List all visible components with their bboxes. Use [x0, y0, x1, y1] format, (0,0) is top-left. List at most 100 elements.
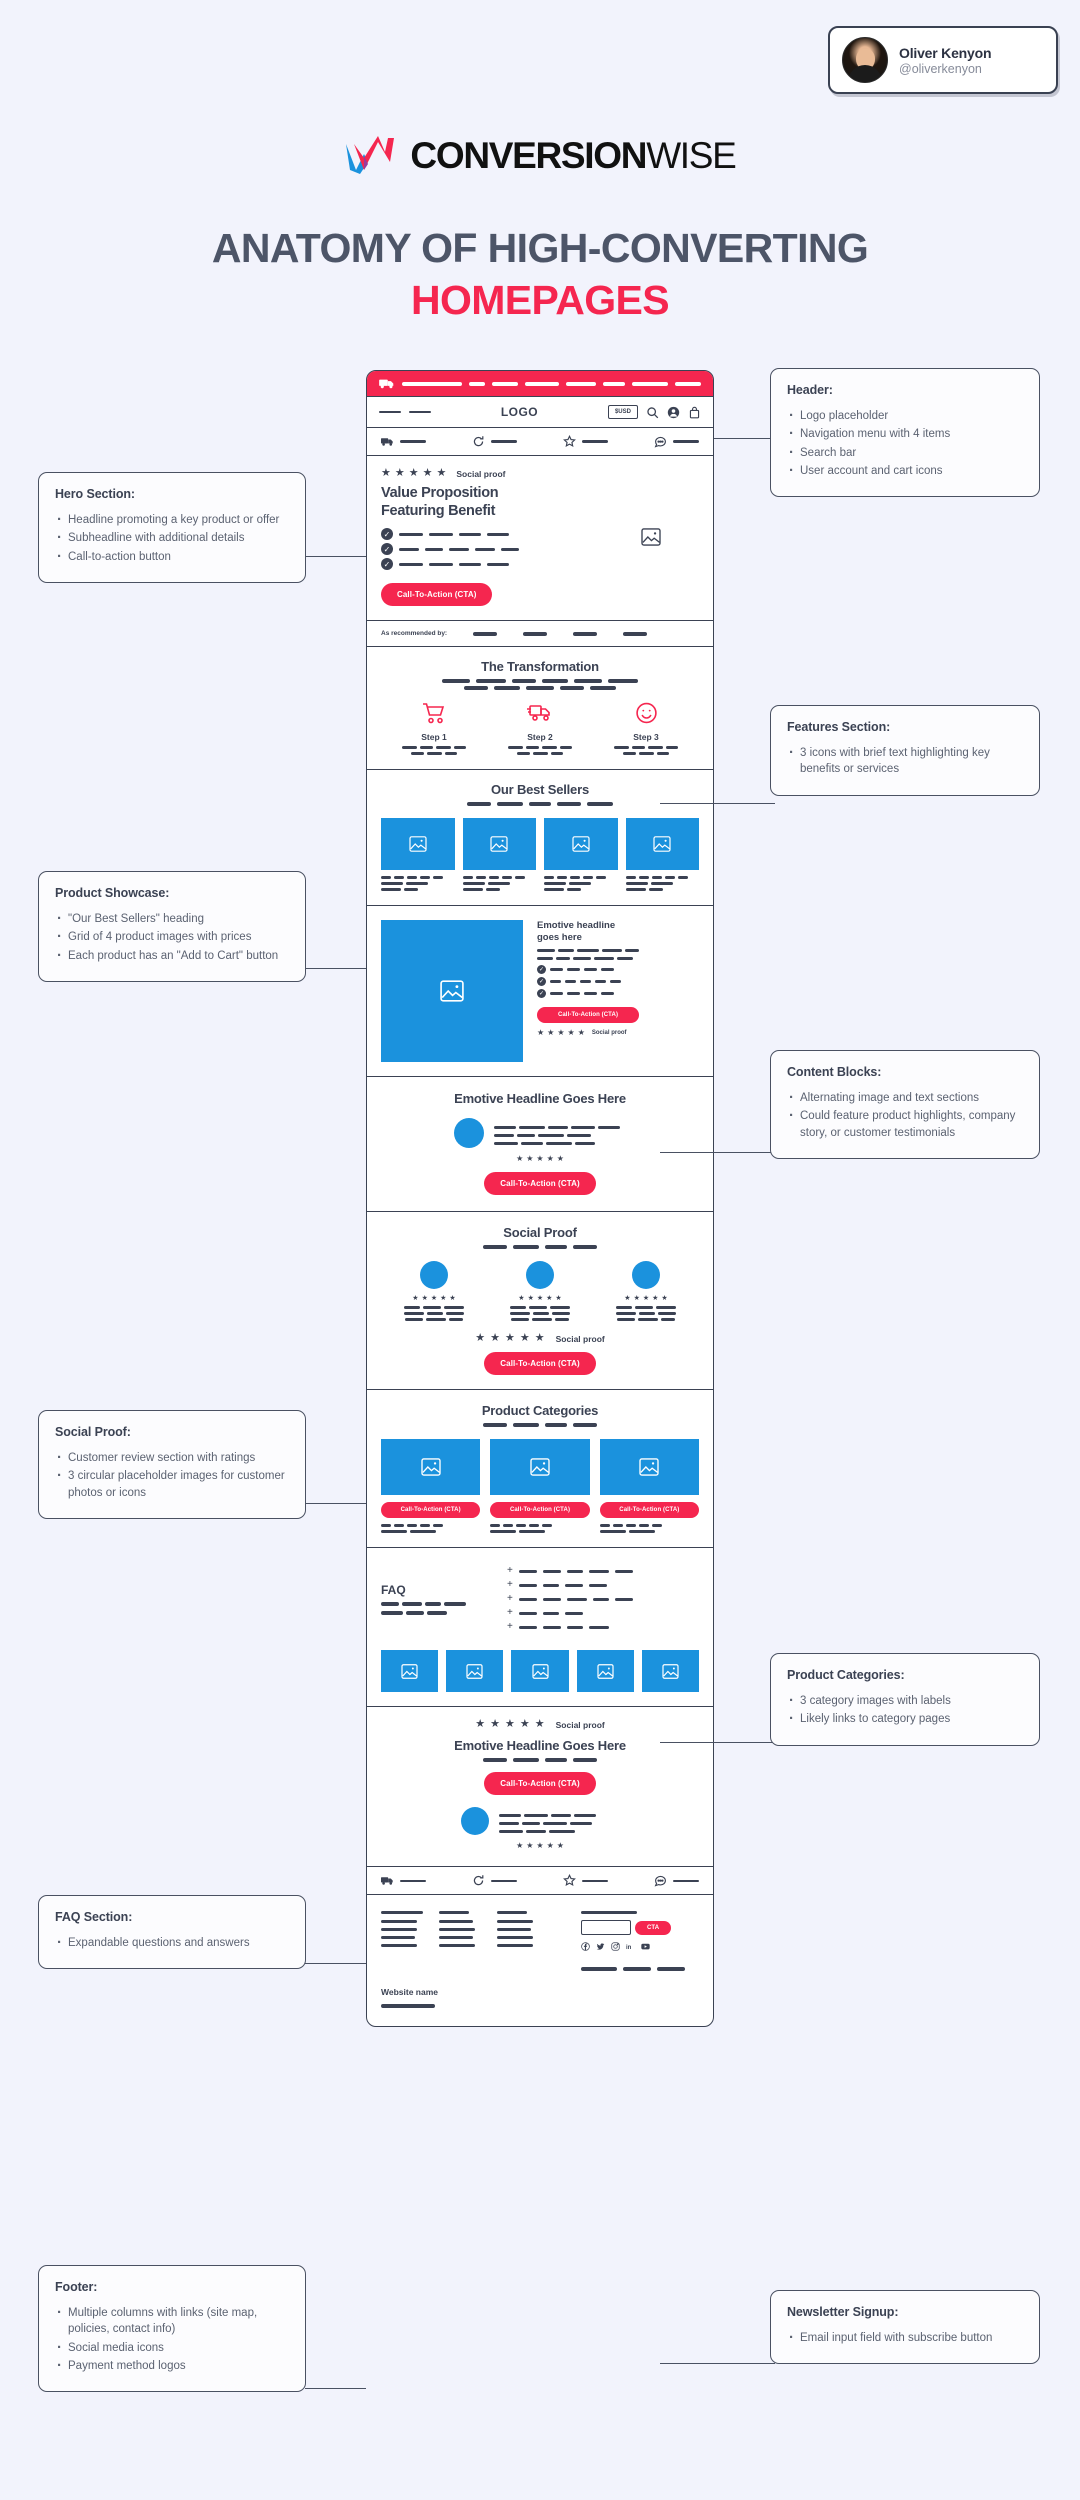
- faq-row[interactable]: +: [507, 1566, 699, 1576]
- payment-logos: [581, 1967, 699, 1972]
- footer-column: [497, 1911, 555, 1971]
- connector-social-proof: [305, 1503, 366, 1505]
- star-icon: ★: [661, 1295, 668, 1303]
- plus-icon[interactable]: +: [507, 1622, 513, 1632]
- footer-usp-item: [381, 1874, 426, 1887]
- star-icon: ★: [537, 1028, 545, 1038]
- emotive-heading: Emotive Headline Goes Here: [454, 1091, 626, 1107]
- social-proof-cta-button[interactable]: Call-To-Action (CTA): [484, 1352, 596, 1376]
- plus-icon[interactable]: +: [507, 1566, 513, 1576]
- hero-headline-2: Featuring Benefit: [381, 502, 496, 519]
- connector-content-blocks: [660, 1152, 775, 1154]
- nav-item-2[interactable]: [409, 410, 431, 414]
- social-proof-label: Social proof: [555, 1719, 605, 1730]
- twitter-icon[interactable]: [596, 1942, 605, 1951]
- hero-cta-button[interactable]: Call-To-Action (CTA): [381, 583, 493, 607]
- star-icon: ★: [577, 1028, 585, 1038]
- site-navigation[interactable]: LOGO $USD: [367, 397, 713, 428]
- testimonial-avatar: [461, 1807, 489, 1836]
- callout-features: Features Section: 3 icons with brief tex…: [770, 705, 1040, 796]
- category-card[interactable]: Call-To-Action (CTA): [490, 1439, 590, 1534]
- hero-headline-1: Value Proposition: [381, 485, 499, 501]
- star-icon: ★: [449, 1295, 456, 1303]
- callout-item: User account and cart icons: [787, 460, 1023, 482]
- author-card[interactable]: Oliver Kenyon @oliverkenyon: [828, 26, 1058, 94]
- cart-icon[interactable]: [688, 406, 701, 419]
- callout-item: Search bar: [787, 442, 1023, 464]
- callout-heading: Product Showcase:: [55, 886, 170, 900]
- star-icon: ★: [642, 1295, 650, 1303]
- content-block-cta-button[interactable]: Call-To-Action (CTA): [537, 1007, 639, 1024]
- star-icon: ★: [526, 1154, 534, 1164]
- callout-hero: Hero Section: Headline promoting a key p…: [38, 472, 306, 583]
- faq-row[interactable]: +: [507, 1594, 699, 1604]
- nav-logo[interactable]: LOGO: [501, 405, 538, 419]
- email-input[interactable]: [581, 1920, 631, 1936]
- star-icon: ★: [516, 1841, 524, 1851]
- gallery-thumb[interactable]: [641, 1650, 700, 1693]
- footer-column: [381, 1911, 439, 1971]
- callout-heading: Footer:: [55, 2280, 98, 2294]
- footer-column-heading: [497, 1911, 527, 1915]
- product-card[interactable]: [544, 818, 618, 892]
- plus-icon[interactable]: +: [507, 1594, 513, 1604]
- category-cta-button[interactable]: Call-To-Action (CTA): [490, 1502, 590, 1519]
- product-card[interactable]: [381, 818, 455, 892]
- category-image: [381, 1439, 481, 1496]
- star-icon: ★: [436, 467, 447, 479]
- youtube-icon[interactable]: [641, 1942, 650, 1951]
- final-cta-button[interactable]: Call-To-Action (CTA): [484, 1772, 596, 1796]
- faq-row[interactable]: +: [507, 1608, 699, 1618]
- callout-heading: FAQ Section:: [55, 1910, 133, 1924]
- callout-product-categories: Product Categories: 3 category images wi…: [770, 1653, 1040, 1746]
- social-proof-section: Social Proof ★ ★ ★ ★ ★ ★ ★ ★ ★ ★ ★ ★ ★ ★ ★: [367, 1212, 713, 1391]
- callout-item: 3 icons with brief text highlighting key…: [787, 742, 1023, 778]
- category-card[interactable]: Call-To-Action (CTA): [381, 1439, 481, 1534]
- gallery-thumb[interactable]: [446, 1650, 504, 1693]
- product-image: [462, 818, 536, 871]
- facebook-icon[interactable]: [581, 1942, 590, 1952]
- star-icon: ★: [526, 1841, 534, 1851]
- callout-item: Call-to-action button: [55, 546, 289, 568]
- search-icon[interactable]: [646, 406, 659, 419]
- announcement-bar[interactable]: [367, 371, 713, 397]
- footer-column: [439, 1911, 497, 1971]
- subscribe-button[interactable]: CTA: [635, 1920, 672, 1935]
- category-cta-button[interactable]: Call-To-Action (CTA): [381, 1502, 481, 1519]
- callout-heading: Features Section:: [787, 720, 891, 734]
- gallery-thumb[interactable]: [381, 1650, 439, 1693]
- faq-row[interactable]: +: [507, 1580, 699, 1590]
- nav-item-1[interactable]: [379, 410, 401, 414]
- final-cta-heading: Emotive Headline Goes Here: [454, 1738, 626, 1754]
- star-icon: ★: [534, 1718, 545, 1731]
- category-card[interactable]: Call-To-Action (CTA): [599, 1439, 699, 1534]
- star-icon: ★: [505, 1718, 515, 1731]
- star-icon: [563, 1874, 576, 1887]
- plus-icon[interactable]: +: [507, 1608, 513, 1618]
- plus-icon[interactable]: +: [507, 1580, 513, 1590]
- footer-usp-strip: [367, 1867, 713, 1896]
- emotive-cta-button[interactable]: Call-To-Action (CTA): [484, 1172, 596, 1196]
- linkedin-icon[interactable]: in: [626, 1942, 635, 1951]
- callout-content-blocks: Content Blocks: Alternating image and te…: [770, 1050, 1040, 1159]
- faq-row[interactable]: +: [507, 1622, 699, 1632]
- aggregate-rating: ★ ★ ★ ★ ★ Social proof: [381, 1333, 699, 1344]
- star-icon: ★: [536, 1295, 544, 1303]
- product-card[interactable]: [625, 818, 699, 892]
- brand-bold: CONVERSION: [410, 135, 647, 176]
- social-proof-label: Social proof: [456, 468, 506, 479]
- callout-item: Grid of 4 product images with prices: [55, 926, 289, 948]
- connector-features: [660, 803, 775, 805]
- shopping-cart-icon: [423, 703, 445, 724]
- product-card[interactable]: [462, 818, 536, 892]
- connector-faq: [305, 1963, 366, 1965]
- currency-selector[interactable]: $USD: [607, 405, 638, 419]
- user-icon[interactable]: [667, 406, 680, 419]
- usp-item-4: [654, 435, 699, 448]
- star-icon: ★: [490, 1718, 500, 1731]
- gallery-thumb[interactable]: [511, 1650, 569, 1693]
- instagram-icon[interactable]: [611, 1942, 620, 1951]
- categories-heading: Product Categories: [481, 1403, 599, 1419]
- category-cta-button[interactable]: Call-To-Action (CTA): [599, 1502, 699, 1519]
- gallery-thumb[interactable]: [576, 1650, 634, 1693]
